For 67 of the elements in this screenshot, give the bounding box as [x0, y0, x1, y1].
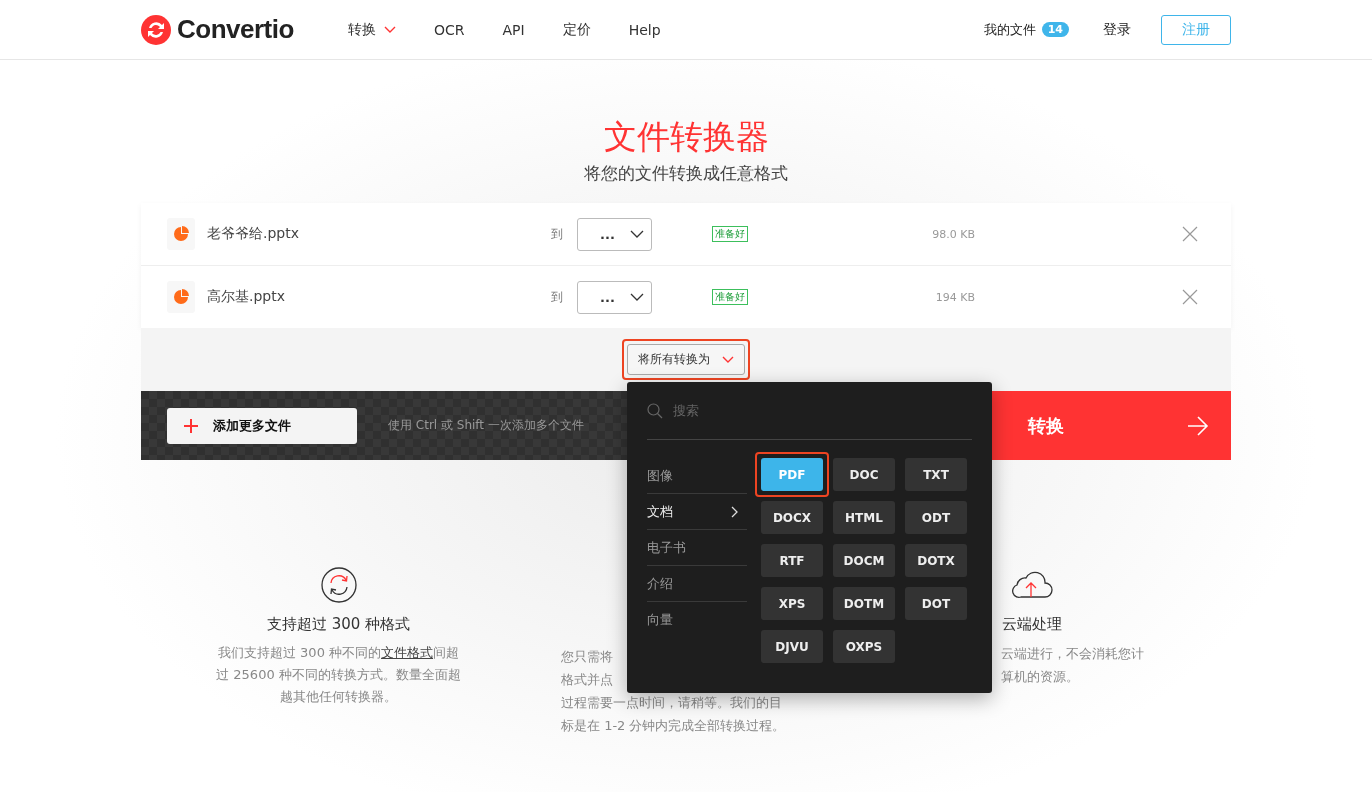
feature-description: 算机的资源。 [1001, 668, 1080, 686]
category-item[interactable]: 文档 [647, 494, 747, 530]
close-icon[interactable] [1182, 226, 1198, 242]
format-option[interactable]: XPS [761, 587, 823, 620]
category-item[interactable]: 电子书 [647, 530, 747, 566]
file-name: 老爷爷给.pptx [207, 225, 300, 243]
feature-title: 云端处理 [1001, 615, 1062, 634]
format-option[interactable]: DJVU [761, 630, 823, 663]
to-label: 到 [551, 288, 564, 306]
format-option[interactable]: DOTX [905, 544, 967, 577]
page-subtitle: 将您的文件转换成任意格式 [583, 162, 789, 185]
format-option[interactable]: TXT [905, 458, 967, 491]
feature-description: 我们支持超过 300 种不同的文件格式间超过 25600 种不同的转换方式。数量全面超越其他任何转换器。 [216, 644, 461, 706]
format-option[interactable]: ODT [905, 501, 967, 534]
feature-description: 云端进行，不会消耗您计 [1001, 645, 1144, 663]
format-option[interactable]: DOCX [761, 501, 823, 534]
search-icon [647, 402, 663, 419]
file-size: 194 KB [935, 290, 975, 304]
login-link[interactable]: 登录 [1103, 20, 1131, 39]
presentation-file-icon [167, 281, 195, 313]
page-title: 文件转换器 [602, 116, 770, 158]
hint-text: 使用 Ctrl 或 Shift 一次添加多个文件 [388, 417, 584, 434]
format-select[interactable]: ... [577, 280, 652, 314]
add-more-files-button[interactable]: 添加更多文件 [167, 407, 357, 444]
nav-link[interactable]: Help [628, 20, 661, 39]
file-name: 高尔基.pptx [207, 288, 286, 306]
nav-link[interactable]: OCR [434, 20, 465, 39]
feature-description: 过程需要一点时间，请稍等。我们的目 [561, 694, 783, 712]
status-badge: 准备好 [712, 289, 748, 305]
logo-icon [141, 14, 171, 45]
my-files-link[interactable]: 我的文件 [983, 20, 1036, 39]
presentation-file-icon [167, 218, 195, 250]
chevron-down-icon [630, 293, 644, 301]
format-option[interactable]: DOC [833, 458, 895, 491]
format-option[interactable]: OXPS [833, 630, 895, 663]
chevron-right-icon [731, 505, 739, 518]
nav-link[interactable]: 定价 [562, 20, 591, 39]
count-badge: 14 [1041, 22, 1069, 37]
feature-title: 支持超过 300 种格式 [266, 615, 411, 634]
convert-all-dropdown[interactable]: 将所有转换为 [627, 344, 745, 375]
feature-description: 格式并点 [561, 671, 614, 689]
caret-icon [722, 355, 734, 364]
cloud-upload-icon [1010, 569, 1053, 599]
status-badge: 准备好 [712, 226, 748, 242]
arrow-right-icon [1187, 415, 1209, 436]
format-option[interactable]: DOT [905, 587, 967, 620]
category-item[interactable]: 图像 [647, 458, 747, 494]
convert-button[interactable]: 转换 [992, 391, 1231, 460]
chevron-down-icon [630, 230, 644, 238]
feature-description: 标是在 1-2 分钟内完成全部转换过程。 [561, 717, 786, 735]
format-option[interactable]: DOTM [833, 587, 895, 620]
category-item[interactable]: 介绍 [647, 566, 747, 602]
file-size: 98.0 KB [932, 227, 975, 241]
format-option[interactable]: HTML [833, 501, 895, 534]
format-option[interactable]: DOCM [833, 544, 895, 577]
close-icon[interactable] [1182, 289, 1198, 305]
plus-icon [183, 417, 199, 434]
nav-link[interactable]: API [502, 20, 525, 39]
search-field[interactable]: 搜索 [671, 402, 875, 419]
file-formats-link[interactable]: 文件格式 [381, 645, 434, 660]
to-label: 到 [551, 225, 564, 243]
format-option[interactable]: RTF [761, 544, 823, 577]
category-item[interactable]: 向量 [647, 602, 747, 637]
nav-link[interactable]: 转换 [348, 20, 396, 39]
refresh-icon [320, 567, 357, 603]
format-select[interactable]: ... [577, 217, 652, 251]
logo-text[interactable]: Convertio [177, 14, 294, 45]
